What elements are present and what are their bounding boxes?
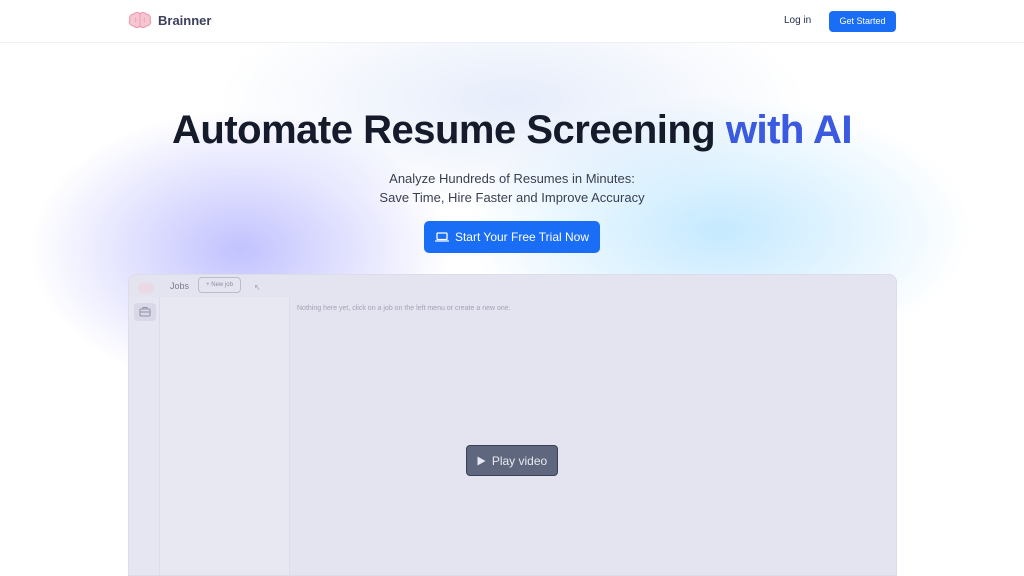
hero-subtitle: Analyze Hundreds of Resumes in Minutes: …: [0, 169, 1024, 207]
brain-icon: [128, 12, 152, 28]
hero-subtitle-line2: Save Time, Hire Faster and Improve Accur…: [379, 190, 645, 205]
cursor-icon: ↖: [254, 283, 261, 292]
login-link[interactable]: Log in: [784, 15, 811, 26]
play-icon: [477, 456, 486, 465]
app-sidebar: [129, 297, 160, 575]
laptop-icon: [434, 232, 449, 242]
brain-icon: [137, 282, 155, 294]
hero-title-accent: with AI: [725, 108, 853, 152]
hero-title: Automate Resume Screening with AI: [0, 108, 1024, 153]
app-preview: Jobs + New job ↖ Nothing here yet, click…: [128, 274, 897, 576]
empty-state-message: Nothing here yet, click on a job on the …: [297, 305, 511, 312]
free-trial-label: Start Your Free Trial Now: [454, 230, 590, 244]
play-video-button[interactable]: Play video: [466, 445, 558, 476]
get-started-button[interactable]: Get Started: [829, 11, 896, 32]
hero-title-main: Automate Resume Screening: [172, 108, 716, 152]
hero-subtitle-line1: Analyze Hundreds of Resumes in Minutes:: [389, 171, 635, 186]
briefcase-icon: [139, 307, 151, 317]
jobs-list-panel: [160, 297, 290, 575]
free-trial-button[interactable]: Start Your Free Trial Now: [424, 221, 600, 253]
play-video-label: Play video: [491, 453, 548, 468]
brand-name: Brainner: [158, 12, 212, 28]
new-job-button[interactable]: + New job: [198, 277, 241, 293]
jobs-heading: Jobs: [170, 281, 190, 291]
jobs-nav-button[interactable]: [134, 303, 156, 321]
top-navigation: Brainner Log in Get Started: [0, 0, 1024, 43]
brand-logo[interactable]: Brainner: [128, 11, 211, 29]
